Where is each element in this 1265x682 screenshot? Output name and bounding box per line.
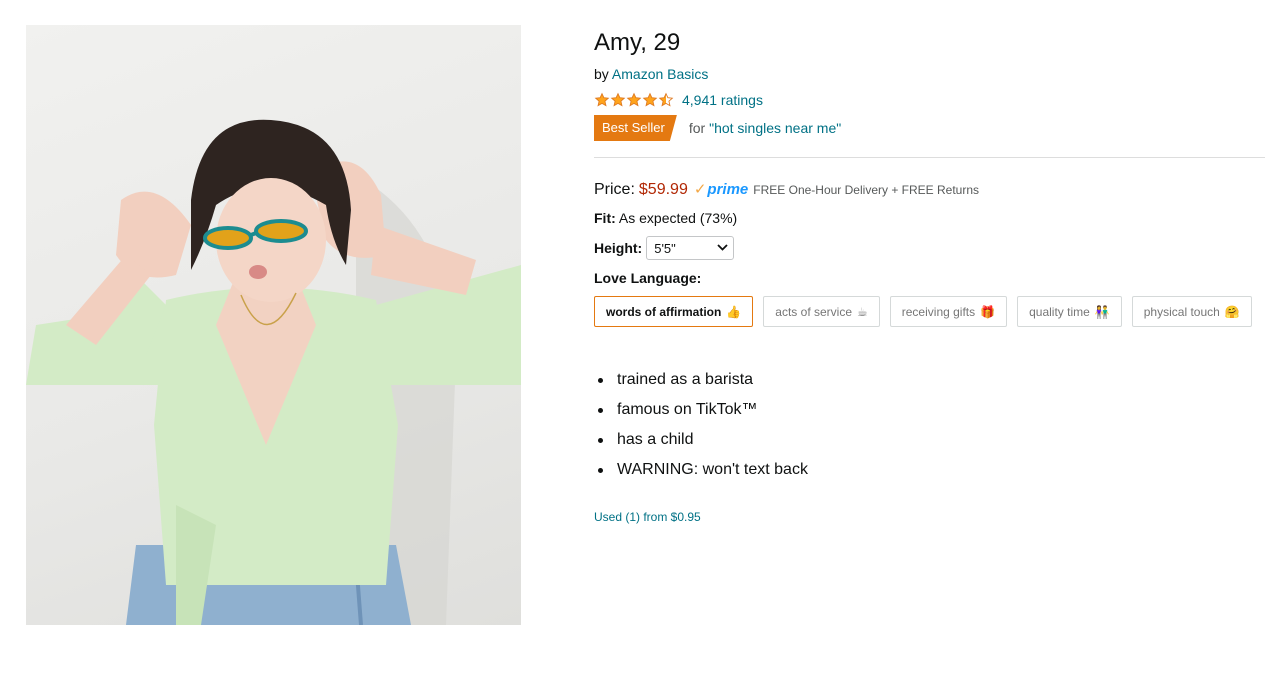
product-image[interactable]: [26, 25, 521, 625]
star-icon: [594, 92, 610, 107]
love-language-option[interactable]: quality time 👫: [1017, 296, 1122, 327]
love-language-option-label: acts of service: [775, 304, 852, 319]
height-selected-value: 5'5": [654, 240, 676, 256]
check-icon: ✓: [693, 181, 707, 198]
fit-label: Fit:: [594, 210, 616, 226]
price-value: $59.99: [638, 181, 688, 198]
love-language-option-label: quality time: [1029, 304, 1090, 319]
price-row: Price: $59.99 ✓ prime FREE One-Hour Deli…: [594, 180, 1265, 200]
feature-bullet-text: famous on TikTok™: [617, 401, 758, 418]
star-icon: [610, 92, 626, 107]
badge-category-link[interactable]: "hot singles near me": [709, 120, 841, 136]
product-photo: [26, 119, 521, 625]
feature-bullet: famous on TikTok™: [594, 395, 1265, 425]
delivery-text: FREE One-Hour Delivery + FREE Returns: [753, 183, 980, 197]
product-title: Amy, 29: [594, 29, 681, 56]
half-star-icon: [658, 92, 674, 107]
feature-bullet: trained as a barista: [594, 365, 1265, 395]
feature-bullets: trained as a barista famous on TikTok™ has…: [594, 365, 1265, 485]
fit-row: Fit: As expected (73%): [594, 209, 1265, 227]
love-language-option[interactable]: receiving gifts 🎁: [889, 296, 1008, 327]
bullet-dot-icon: [598, 467, 603, 473]
feature-bullet: has a child: [594, 425, 1265, 455]
love-language-option[interactable]: physical touch 🤗: [1131, 296, 1252, 327]
emoji-icon: 👫: [1094, 304, 1110, 319]
emoji-icon: 🎁: [980, 304, 996, 319]
prime-logo: ✓ prime: [694, 180, 748, 198]
byline: by Amazon Basics: [594, 65, 1265, 83]
emoji-icon: 🤗: [1224, 304, 1240, 319]
star-icon: [642, 92, 658, 107]
height-label: Height:: [594, 240, 643, 256]
star-rating[interactable]: [594, 92, 674, 108]
star-icon: [626, 92, 642, 107]
chevron-down-icon: [717, 242, 728, 254]
bullet-dot-icon: [598, 437, 603, 443]
brand-link[interactable]: Amazon Basics: [612, 66, 708, 82]
love-language-option-label: physical touch: [1143, 304, 1220, 319]
price-label: Price:: [594, 181, 635, 198]
bullet-dot-icon: [598, 407, 603, 413]
love-language-option-label: receiving gifts: [901, 304, 976, 319]
feature-bullet-text: trained as a barista: [617, 371, 754, 388]
product-details: Amy, 29 by Amazon Basics 4,941 ratings B…: [594, 28, 1265, 526]
divider: [594, 157, 1265, 158]
bestseller-row: Best Seller for "hot singles near me": [594, 115, 1265, 141]
badge-context-prefix: for: [688, 120, 706, 136]
love-language-label: Love Language:: [594, 270, 702, 286]
fit-value: As expected (73%): [618, 210, 738, 226]
bullet-dot-icon: [598, 377, 603, 383]
love-language-option[interactable]: words of affirmation 👍: [594, 296, 754, 327]
emoji-icon: ☕: [857, 304, 868, 319]
feature-bullet-text: WARNING: won't text back: [617, 461, 808, 478]
emoji-icon: 👍: [726, 304, 742, 319]
badge-context: for "hot singles near me": [689, 120, 841, 136]
height-row: Height: 5'5": [594, 236, 1265, 260]
best-seller-badge[interactable]: Best Seller: [594, 115, 677, 141]
ratings-count-link[interactable]: 4,941 ratings: [682, 92, 763, 108]
used-offer-link[interactable]: Used (1) from $0.95: [594, 510, 701, 524]
feature-bullet-text: has a child: [617, 431, 694, 448]
rating-row: 4,941 ratings: [594, 91, 1265, 109]
feature-bullet: WARNING: won't text back: [594, 455, 1265, 485]
love-language-option[interactable]: acts of service ☕: [763, 296, 880, 327]
love-language-option-label: words of affirmation: [606, 304, 722, 319]
love-language-options: words of affirmation 👍 acts of service ☕ rec…: [594, 296, 1265, 327]
prime-label: prime: [707, 181, 749, 198]
height-dropdown[interactable]: 5'5": [646, 236, 735, 260]
byline-prefix: by: [594, 66, 609, 82]
